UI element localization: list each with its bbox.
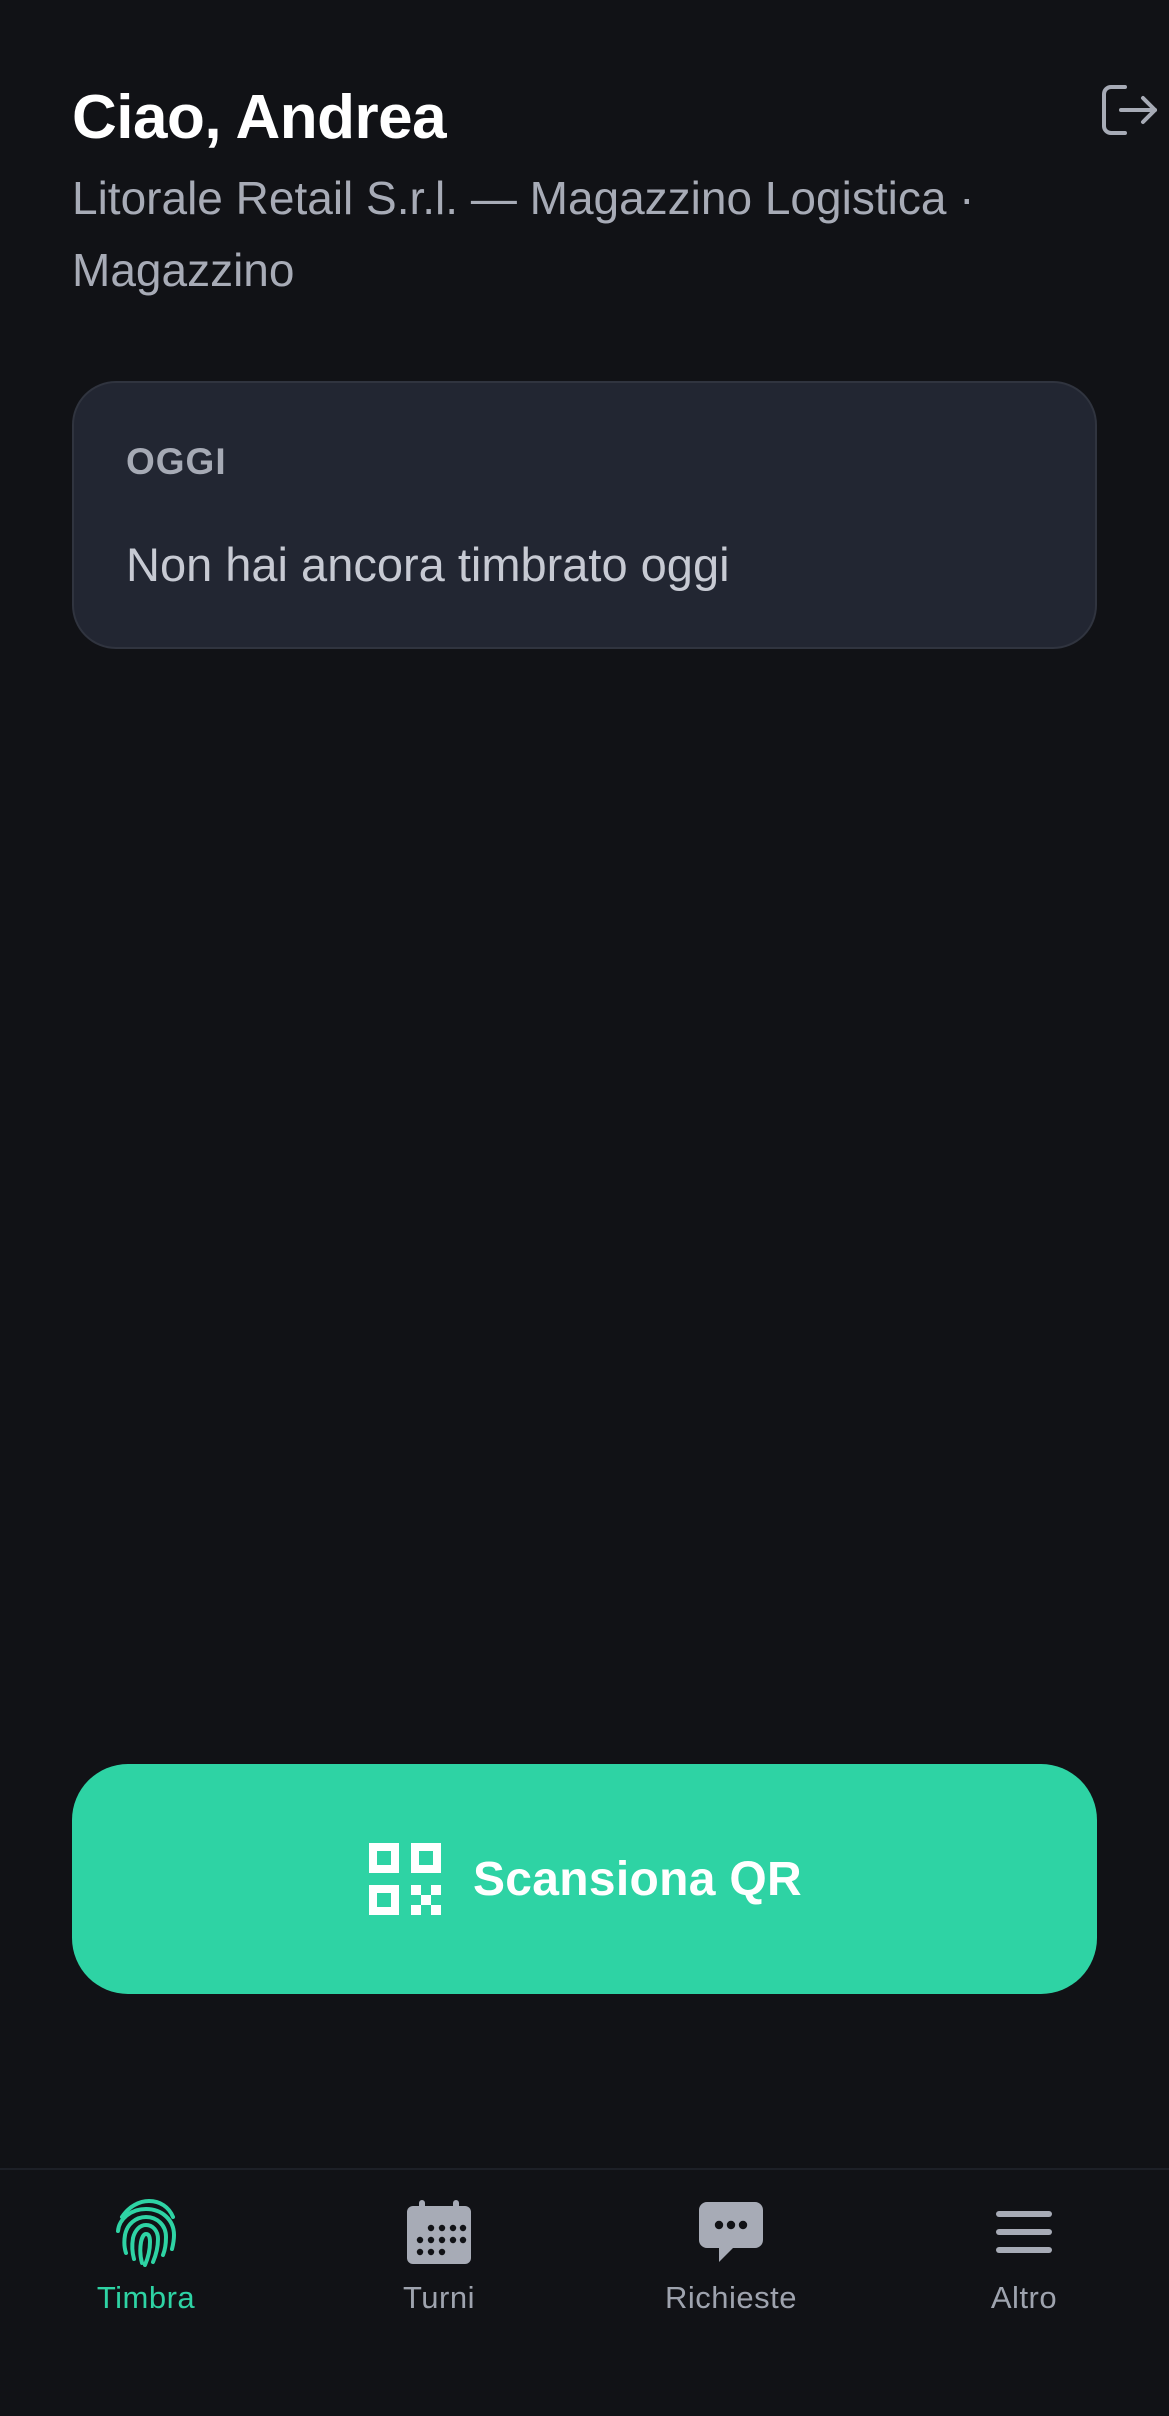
header: Ciao, Andrea Litorale Retail S.r.l. — Ma… [72, 78, 1032, 306]
tab-timbra-label: Timbra [96, 2280, 196, 2315]
fingerprint-icon [110, 2196, 182, 2268]
company-location-subtitle: Litorale Retail S.r.l. — Magazzino Logis… [72, 172, 975, 296]
logout-button[interactable] [1098, 78, 1162, 142]
tab-altro[interactable]: Altro [914, 2196, 1134, 2326]
scan-qr-button[interactable]: Scansiona QR [72, 1764, 1097, 1994]
greeting-title: Ciao, Andrea [72, 83, 447, 152]
qr-code-icon [367, 1841, 443, 1917]
app-screen: Ciao, Andrea Litorale Retail S.r.l. — Ma… [0, 0, 1169, 2416]
today-card: OGGI Non hai ancora timbrato oggi [72, 381, 1097, 649]
logout-icon [1102, 85, 1157, 135]
calendar-icon [403, 2196, 475, 2268]
bottom-tab-bar: Timbra Turni Richieste Altro [0, 2168, 1169, 2416]
scan-qr-label: Scansiona QR [472, 1852, 803, 1906]
tab-altro-label: Altro [990, 2280, 1058, 2315]
chat-icon [695, 2196, 767, 2268]
tab-turni-label: Turni [403, 2280, 475, 2315]
today-label: OGGI [126, 441, 227, 482]
menu-icon [988, 2196, 1060, 2268]
tab-richieste[interactable]: Richieste [621, 2196, 841, 2326]
tab-richieste-label: Richieste [665, 2280, 797, 2315]
today-status-text: Non hai ancora timbrato oggi [126, 538, 730, 591]
tab-turni[interactable]: Turni [329, 2196, 549, 2326]
tab-timbra[interactable]: Timbra [36, 2196, 256, 2326]
